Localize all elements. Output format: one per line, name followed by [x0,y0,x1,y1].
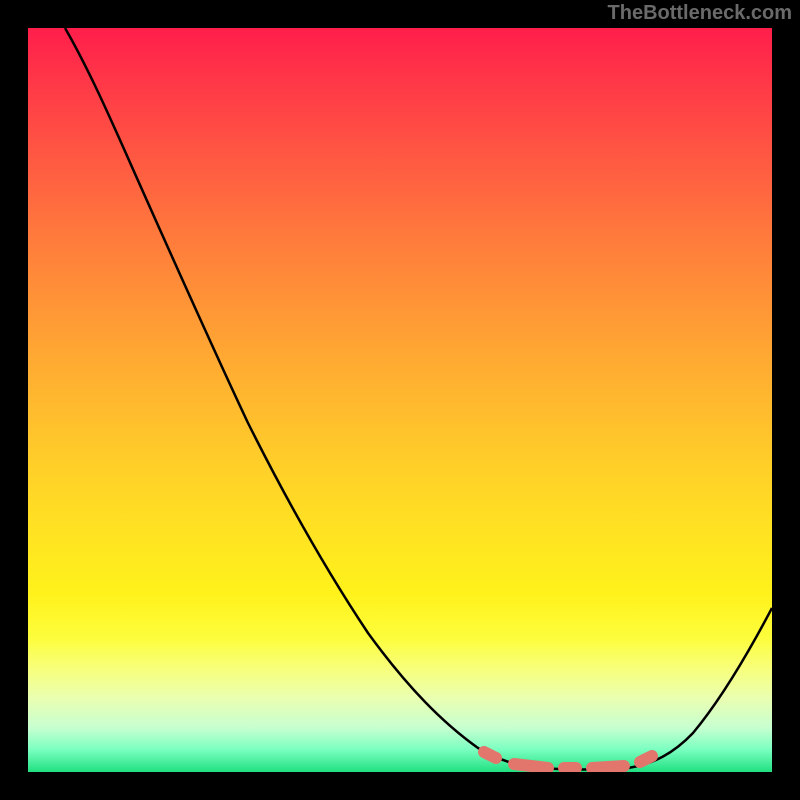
optimum-markers [484,752,652,768]
curve-svg [28,28,772,772]
watermark-text: TheBottleneck.com [608,2,792,25]
plot-area [28,28,772,772]
bottleneck-curve [65,28,772,770]
chart-container: TheBottleneck.com [0,0,800,800]
